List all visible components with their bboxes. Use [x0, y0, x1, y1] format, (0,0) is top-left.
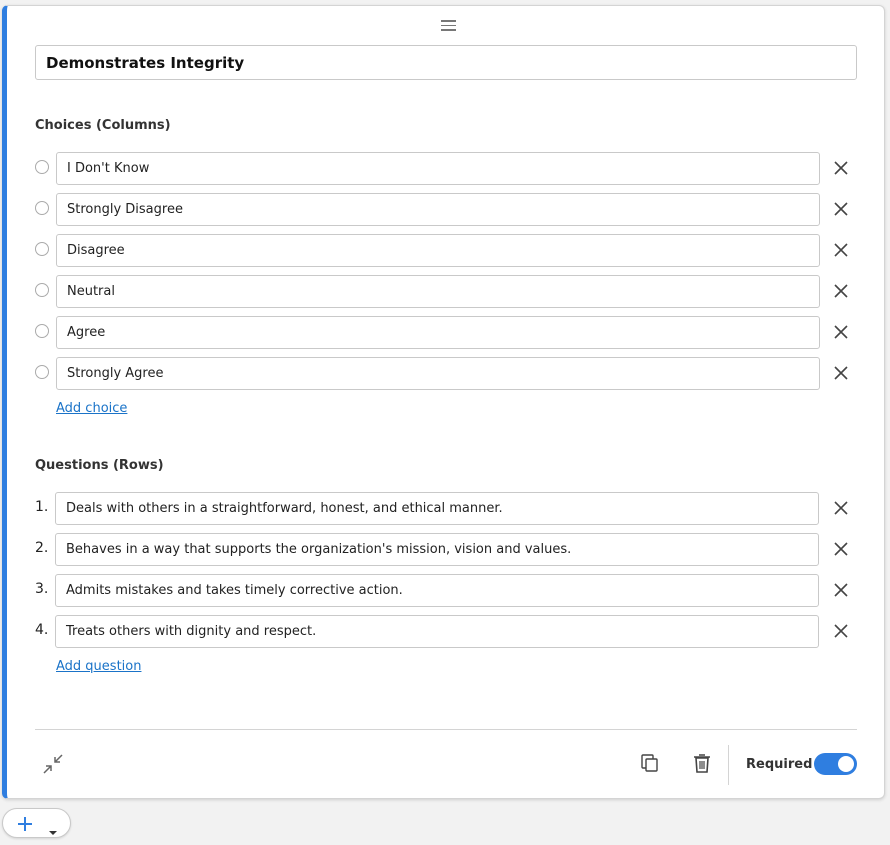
- footer-separator: [728, 745, 729, 785]
- question-row: 2. Behaves in a way that supports the or…: [35, 533, 857, 566]
- required-label: Required: [746, 757, 813, 772]
- choice-input[interactable]: Neutral: [56, 275, 820, 308]
- toggle-knob: [838, 756, 854, 772]
- choice-input[interactable]: Strongly Disagree: [56, 193, 820, 226]
- close-icon[interactable]: [833, 283, 849, 299]
- row-number: 2.: [35, 540, 49, 556]
- choice-row: Strongly Agree: [35, 357, 857, 390]
- question-row-input[interactable]: Behaves in a way that supports the organ…: [55, 533, 819, 566]
- caret-down-icon[interactable]: [48, 821, 58, 840]
- add-question-link[interactable]: Add question: [56, 659, 141, 674]
- close-icon[interactable]: [833, 160, 849, 176]
- radio-icon: [35, 365, 49, 379]
- rows-section-label: Questions (Rows): [35, 458, 164, 473]
- collapse-icon[interactable]: [42, 753, 64, 779]
- close-icon[interactable]: [833, 582, 849, 598]
- choices-section-label: Choices (Columns): [35, 118, 171, 133]
- choice-row: Agree: [35, 316, 857, 349]
- choice-input[interactable]: Disagree: [56, 234, 820, 267]
- close-icon[interactable]: [833, 500, 849, 516]
- close-icon[interactable]: [833, 242, 849, 258]
- choice-input[interactable]: Strongly Agree: [56, 357, 820, 390]
- footer-divider: [35, 729, 857, 730]
- trash-icon[interactable]: [693, 753, 711, 777]
- close-icon[interactable]: [833, 541, 849, 557]
- choice-input[interactable]: Agree: [56, 316, 820, 349]
- radio-icon: [35, 283, 49, 297]
- close-icon[interactable]: [833, 324, 849, 340]
- choice-input[interactable]: I Don't Know: [56, 152, 820, 185]
- plus-icon: [17, 816, 33, 836]
- close-icon[interactable]: [833, 623, 849, 639]
- question-row-input[interactable]: Deals with others in a straightforward, …: [55, 492, 819, 525]
- choice-row: I Don't Know: [35, 152, 857, 185]
- question-row-input[interactable]: Admits mistakes and takes timely correct…: [55, 574, 819, 607]
- radio-icon: [35, 324, 49, 338]
- question-row-input[interactable]: Treats others with dignity and respect.: [55, 615, 819, 648]
- row-number: 1.: [35, 499, 49, 515]
- question-card: Demonstrates Integrity Choices (Columns)…: [2, 5, 885, 799]
- close-icon[interactable]: [833, 201, 849, 217]
- radio-icon: [35, 242, 49, 256]
- row-number: 3.: [35, 581, 49, 597]
- add-choice-link[interactable]: Add choice: [56, 401, 127, 416]
- question-row: 3. Admits mistakes and takes timely corr…: [35, 574, 857, 607]
- question-row: 4. Treats others with dignity and respec…: [35, 615, 857, 648]
- drag-handle-icon[interactable]: [441, 20, 456, 31]
- choice-row: Disagree: [35, 234, 857, 267]
- row-number: 4.: [35, 622, 49, 638]
- choice-row: Strongly Disagree: [35, 193, 857, 226]
- radio-icon: [35, 160, 49, 174]
- question-row: 1. Deals with others in a straightforwar…: [35, 492, 857, 525]
- radio-icon: [35, 201, 49, 215]
- question-title-input[interactable]: Demonstrates Integrity: [35, 45, 857, 80]
- copy-icon[interactable]: [640, 753, 660, 777]
- add-item-button[interactable]: [2, 808, 71, 838]
- choice-row: Neutral: [35, 275, 857, 308]
- close-icon[interactable]: [833, 365, 849, 381]
- required-toggle[interactable]: [814, 753, 857, 775]
